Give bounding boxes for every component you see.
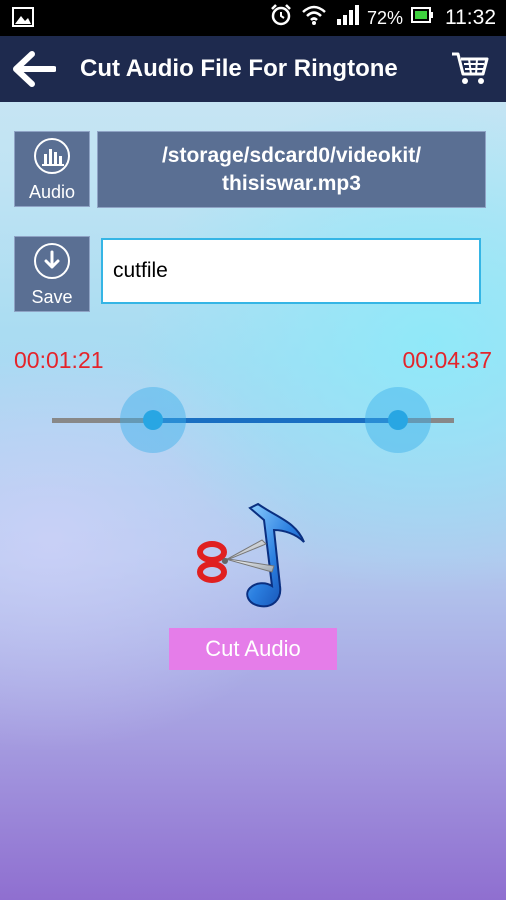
file-path-text: /storage/sdcard0/videokit/ thisiswar.mp3 — [161, 144, 422, 195]
back-button[interactable] — [12, 50, 57, 88]
end-handle-dot — [387, 410, 408, 430]
back-arrow-icon — [13, 51, 57, 87]
start-handle-dot — [142, 410, 163, 430]
gallery-notification-icon — [12, 7, 34, 33]
audio-picker-button[interactable]: Audio — [14, 131, 90, 207]
signal-icon — [335, 4, 359, 32]
battery-icon — [411, 6, 433, 30]
start-handle[interactable] — [119, 387, 186, 453]
battery-percent: 72% — [366, 7, 403, 28]
status-bar: 72% 11:32 — [0, 0, 506, 36]
end-time: 00:04:37 — [402, 347, 492, 373]
audio-label: Audio — [28, 182, 76, 202]
range-selection — [152, 418, 398, 423]
output-filename-input[interactable] — [101, 238, 481, 304]
end-handle[interactable] — [364, 387, 431, 453]
cart-button[interactable] — [450, 50, 490, 88]
scissors-music-note-icon — [192, 500, 312, 615]
equalizer-icon — [34, 138, 70, 174]
audio-file-path: /storage/sdcard0/videokit/ thisiswar.mp3 — [97, 131, 486, 208]
cut-audio-button[interactable]: Cut Audio — [169, 628, 337, 670]
save-label: Save — [31, 287, 73, 307]
wifi-icon — [301, 4, 327, 32]
download-icon — [34, 243, 70, 279]
alarm-clock-icon — [269, 3, 293, 33]
start-time: 00:01:21 — [14, 347, 104, 373]
page-title: Cut Audio File For Ringtone — [80, 55, 398, 82]
action-bar: Cut Audio File For Ringtone — [0, 36, 506, 102]
shopping-cart-icon — [452, 52, 489, 84]
save-location-button[interactable]: Save — [14, 236, 90, 312]
clock: 11:32 — [445, 6, 496, 29]
